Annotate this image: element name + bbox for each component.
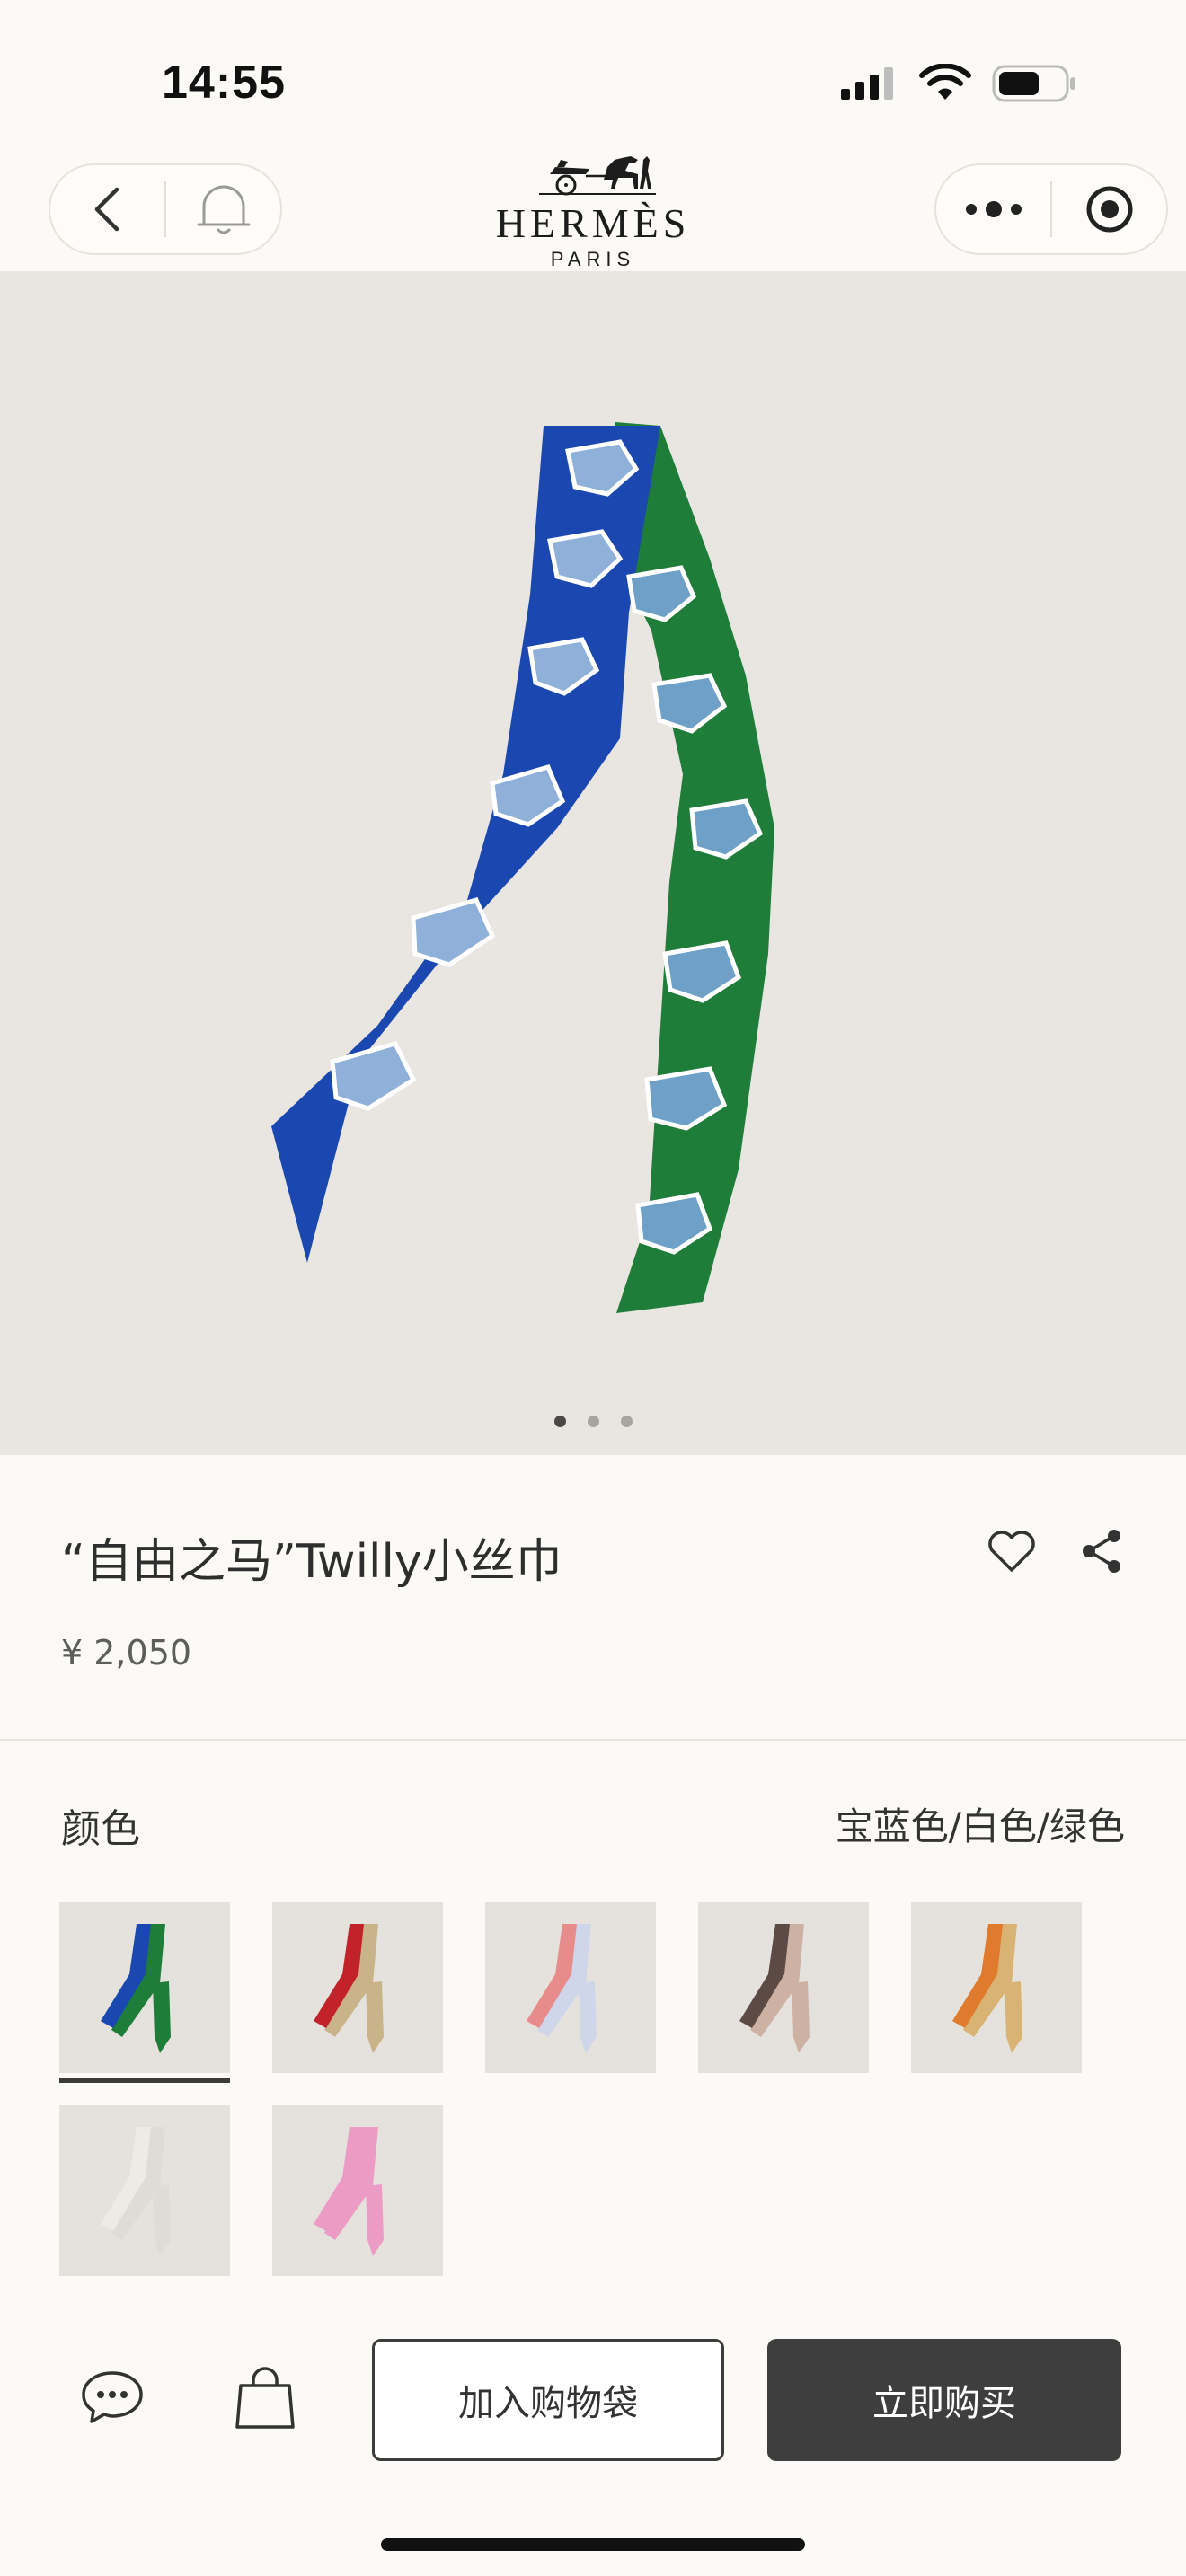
wishlist-button[interactable] — [987, 1529, 1037, 1577]
gallery-dot[interactable] — [620, 1416, 633, 1427]
more-button[interactable] — [936, 165, 1050, 253]
buy-now-button[interactable]: 立即购买 — [767, 2339, 1121, 2461]
color-swatch[interactable] — [59, 2105, 230, 2276]
product-price: ¥ 2,050 — [61, 1633, 192, 1672]
nav-pill-left — [49, 163, 282, 255]
cellular-signal-icon — [841, 67, 893, 100]
color-label: 颜色 — [61, 1806, 140, 1852]
mini-scarf-icon — [952, 1924, 1022, 2053]
horse-carriage-logo-icon — [539, 156, 656, 196]
battery-icon — [992, 65, 1075, 102]
heart-icon — [988, 1531, 1035, 1572]
swatch-thumbnail — [59, 1902, 230, 2073]
mini-scarf-icon — [101, 2127, 171, 2256]
mini-scarf-icon — [101, 1924, 171, 2053]
shopping-bag-button[interactable] — [234, 2366, 296, 2434]
color-swatch[interactable] — [485, 1902, 656, 2073]
chat-bubble-icon — [82, 2371, 143, 2423]
mini-scarf-icon — [314, 2127, 384, 2256]
brand-name: HERMÈS — [495, 200, 691, 246]
color-swatch[interactable] — [911, 1902, 1082, 2073]
mini-scarf-icon — [527, 1924, 597, 2053]
share-button[interactable] — [1080, 1527, 1125, 1579]
swatch-thumbnail — [272, 2105, 443, 2276]
brand-logo[interactable]: HERMÈS PARIS — [467, 153, 719, 271]
customer-service-button[interactable] — [79, 2368, 146, 2430]
selected-swatch-indicator — [59, 2078, 230, 2083]
wifi-icon — [919, 64, 971, 100]
home-indicator — [381, 2538, 805, 2551]
back-button[interactable] — [50, 165, 164, 253]
selected-color-name: 宝蓝色/白色/绿色 — [835, 1804, 1125, 1848]
swatch-thumbnail — [485, 1902, 656, 2073]
swatch-thumbnail — [272, 1902, 443, 2073]
status-icons — [839, 63, 1078, 104]
swatch-thumbnail — [698, 1902, 869, 2073]
notification-button[interactable] — [166, 165, 280, 253]
color-swatch[interactable] — [698, 1902, 869, 2073]
mini-scarf-icon — [739, 1924, 810, 2053]
color-swatch[interactable] — [59, 1902, 230, 2083]
gallery-dot[interactable] — [553, 1416, 566, 1427]
chevron-left-icon — [94, 187, 119, 232]
color-swatch[interactable] — [272, 2105, 443, 2276]
color-swatch[interactable] — [272, 1902, 443, 2073]
capsule-menu — [934, 163, 1168, 255]
gallery-dot[interactable] — [587, 1416, 599, 1427]
shopping-bag-icon — [235, 2367, 295, 2429]
section-divider — [0, 1739, 1186, 1741]
status-time: 14:55 — [162, 57, 286, 109]
swatch-thumbnail — [59, 2105, 230, 2276]
bell-icon — [197, 185, 250, 234]
close-miniprogram-button[interactable] — [1052, 165, 1166, 253]
more-dots-icon — [965, 201, 1022, 217]
gallery-pagination — [0, 1416, 1186, 1427]
mini-scarf-icon — [314, 1924, 384, 2053]
swatch-thumbnail — [911, 1902, 1082, 2073]
product-image[interactable] — [0, 271, 1186, 1455]
add-to-bag-button[interactable]: 加入购物袋 — [372, 2339, 724, 2461]
twilly-scarf-image — [271, 422, 774, 1313]
brand-city: PARIS — [550, 248, 636, 270]
share-icon — [1083, 1530, 1120, 1573]
target-circle-icon — [1086, 186, 1132, 233]
product-title: “自由之马”Twilly小丝巾 — [61, 1535, 562, 1589]
